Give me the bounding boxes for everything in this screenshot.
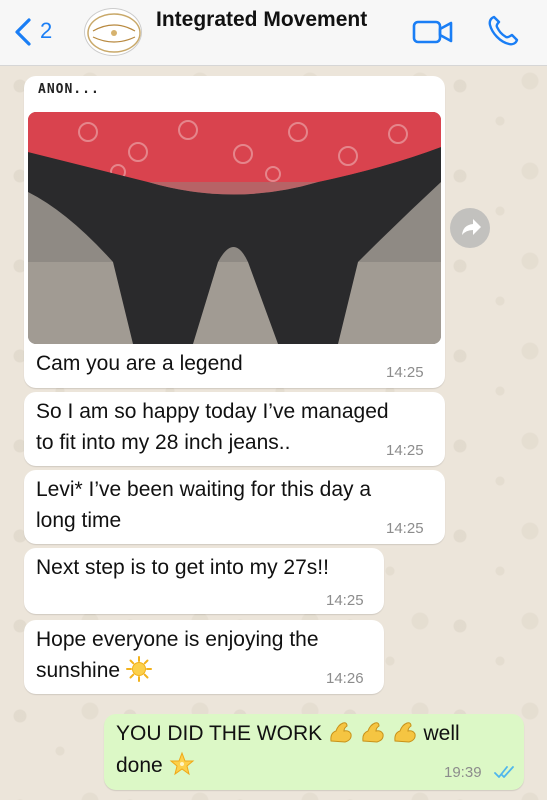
message-text-line: to fit into my 28 inch jeans.. — [36, 431, 291, 454]
glowing-star-icon — [169, 751, 194, 776]
phone-call-icon[interactable] — [486, 14, 520, 48]
message-text: Next step is to get into my 27s!! — [36, 556, 329, 579]
avatar-logo-icon — [87, 13, 141, 53]
message-sender-name: ANON... — [38, 82, 100, 97]
photo-jeans-image — [28, 112, 441, 344]
flexed-biceps-icon — [394, 722, 416, 743]
message-text-line: Levi* I’ve been waiting for this day a — [36, 478, 372, 501]
message-time: 14:25 — [386, 520, 424, 537]
message-bubble[interactable]: Next step is to get into my 27s!! 14:25 — [24, 548, 384, 614]
back-chevron-icon[interactable] — [12, 16, 34, 48]
message-bubble-photo[interactable]: ANON... Cam you are a legend 14:25 — [24, 76, 445, 388]
message-text-line: long time — [36, 509, 122, 532]
message-time: 14:25 — [386, 364, 424, 381]
read-receipt-double-tick-icon — [494, 766, 514, 778]
message-text-line: Hope everyone is enjoying the — [36, 628, 319, 651]
outgoing-message-bubble[interactable]: YOU DID THE WORK well done 19:39 — [104, 714, 524, 790]
message-time: 19:39 — [444, 764, 482, 781]
message-text-fragment: YOU DID THE WORK — [116, 722, 323, 745]
message-text-fragment: done — [116, 754, 163, 777]
message-time: 14:26 — [326, 670, 364, 687]
chat-title[interactable]: Integrated Movement — [156, 8, 367, 32]
message-text: Cam you are a legend — [36, 352, 243, 375]
message-text-line: So I am so happy today I’ve managed — [36, 400, 389, 423]
message-time: 14:25 — [326, 592, 364, 609]
message-text-line: sunshine — [36, 655, 152, 686]
message-bubble[interactable]: Hope everyone is enjoying the sunshine 1… — [24, 620, 384, 694]
chat-header: 2 Integrated Movement — [0, 0, 547, 66]
flexed-biceps-icon — [330, 722, 352, 743]
message-text-line: YOU DID THE WORK well — [116, 718, 460, 749]
forward-button[interactable] — [450, 208, 490, 248]
message-text-fragment: well — [423, 722, 460, 745]
forward-arrow-icon — [462, 219, 481, 235]
flexed-biceps-icon — [362, 722, 384, 743]
back-unread-count[interactable]: 2 — [40, 18, 52, 44]
message-time: 14:25 — [386, 442, 424, 459]
message-bubble[interactable]: So I am so happy today I’ve managed to f… — [24, 392, 445, 466]
photo-jeans[interactable] — [28, 112, 441, 344]
avatar[interactable] — [84, 8, 142, 56]
message-bubble[interactable]: Levi* I’ve been waiting for this day a l… — [24, 470, 445, 544]
sun-emoji-icon — [125, 656, 152, 682]
video-call-icon[interactable] — [412, 18, 454, 46]
message-text-line: done — [116, 750, 195, 781]
message-text-fragment: sunshine — [36, 659, 121, 682]
